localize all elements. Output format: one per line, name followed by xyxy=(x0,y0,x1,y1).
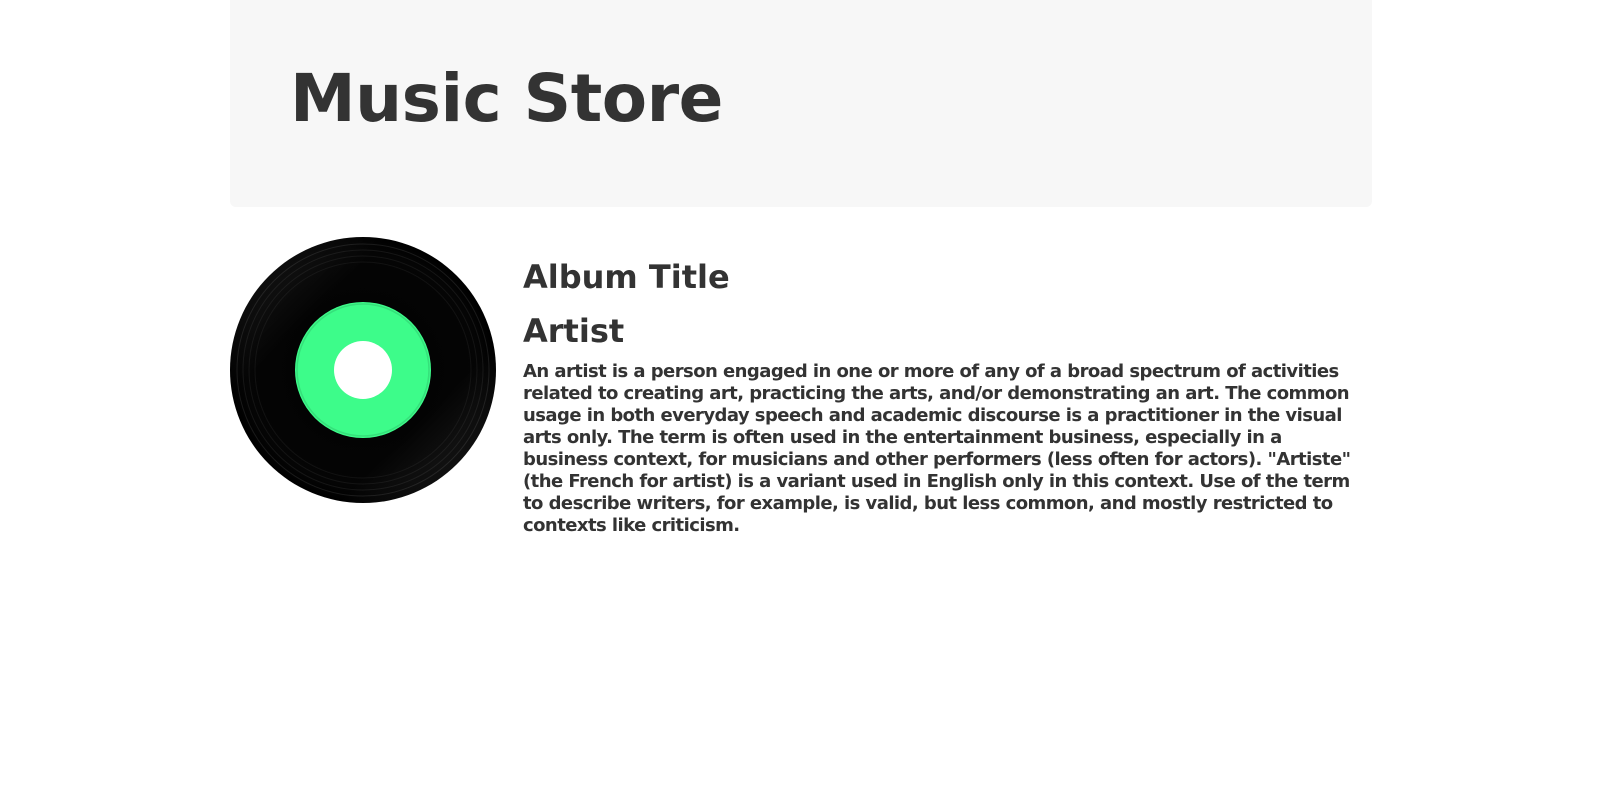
album-title: Album Title xyxy=(523,258,730,296)
album-cover xyxy=(230,237,496,503)
header-banner: Music Store xyxy=(230,0,1372,207)
artist-name: Artist xyxy=(523,312,625,350)
vinyl-record-icon xyxy=(230,237,496,503)
artist-description: An artist is a person engaged in one or … xyxy=(523,361,1351,536)
album-details: Album Title Artist An artist is a person… xyxy=(523,253,1363,537)
page-title: Music Store xyxy=(290,60,723,137)
